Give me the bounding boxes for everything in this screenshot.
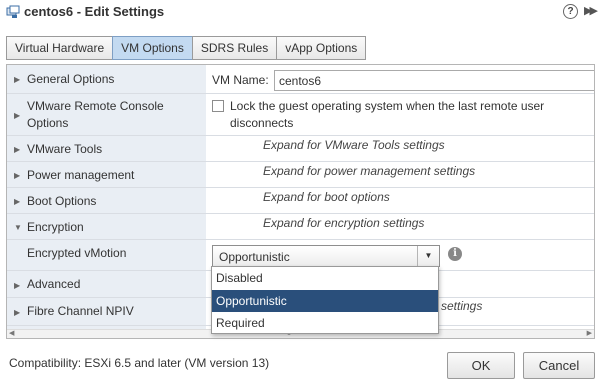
- row-remote-console[interactable]: ▶ VMware Remote Console Options Lock the…: [7, 94, 594, 136]
- compatibility-text: Compatibility: ESXi 6.5 and later (VM ve…: [9, 356, 270, 370]
- lock-guest-label: Lock the guest operating system when the…: [230, 99, 545, 130]
- chevron-right-icon[interactable]: ▶: [14, 281, 20, 290]
- row-power-management[interactable]: ▶ Power management Expand for power mana…: [7, 162, 594, 188]
- row-hint: Expand for VMware Tools settings: [263, 138, 445, 152]
- row-boot-options[interactable]: ▶ Boot Options Expand for boot options: [7, 188, 594, 214]
- tab-virtual-hardware[interactable]: Virtual Hardware: [6, 36, 114, 60]
- encrypted-vmotion-select[interactable]: Opportunistic ▼: [212, 245, 440, 267]
- row-encryption[interactable]: ▼ Encryption Expand for encryption setti…: [7, 214, 594, 240]
- chevron-right-icon[interactable]: ▶: [14, 308, 20, 317]
- tab-sdrs-rules[interactable]: SDRS Rules: [191, 36, 278, 60]
- chevron-right-icon[interactable]: ▶: [14, 111, 20, 120]
- row-label: Encryption: [27, 220, 84, 234]
- scroll-right-icon[interactable]: ▶: [587, 329, 592, 337]
- info-icon[interactable]: i: [448, 247, 462, 261]
- dropdown-option-disabled[interactable]: Disabled: [212, 267, 438, 289]
- row-label: General Options: [27, 72, 115, 86]
- row-label: VMware Tools: [27, 142, 103, 156]
- row-hint: settings: [441, 299, 483, 313]
- row-hint: Expand for encryption settings: [263, 216, 425, 230]
- tab-vapp-options[interactable]: vApp Options: [276, 36, 367, 60]
- chevron-right-icon[interactable]: ▶: [14, 197, 20, 206]
- chevron-right-icon[interactable]: ▶: [14, 75, 20, 84]
- vm-icon: [6, 5, 20, 19]
- lock-guest-checkbox[interactable]: [212, 100, 224, 112]
- tab-vm-options[interactable]: VM Options: [112, 36, 193, 60]
- title-bar: centos6 - Edit Settings ? ▶▶: [0, 0, 601, 24]
- encrypted-vmotion-dropdown: Disabled Opportunistic Required: [211, 266, 439, 334]
- row-label: Fibre Channel NPIV: [27, 304, 134, 318]
- row-hint: Expand for power management settings: [263, 164, 476, 178]
- tab-bar: Virtual Hardware VM Options SDRS Rules v…: [6, 36, 367, 60]
- chevron-right-icon[interactable]: ▶: [14, 171, 20, 180]
- dropdown-option-required[interactable]: Required: [212, 312, 438, 334]
- window-title: centos6 - Edit Settings: [24, 4, 165, 19]
- row-label: Advanced: [27, 277, 81, 291]
- chevron-down-icon[interactable]: ▼: [417, 246, 439, 266]
- row-label: Encrypted vMotion: [27, 246, 127, 260]
- chevron-right-icon[interactable]: ▶: [14, 145, 20, 154]
- row-hint: Expand for boot options: [263, 190, 390, 204]
- row-label: Power management: [27, 168, 135, 182]
- row-label: Boot Options: [27, 194, 97, 208]
- dropdown-option-opportunistic[interactable]: Opportunistic: [212, 290, 438, 312]
- vm-name-input[interactable]: [274, 70, 594, 91]
- row-vmware-tools[interactable]: ▶ VMware Tools Expand for VMware Tools s…: [7, 136, 594, 162]
- ok-button[interactable]: OK: [447, 352, 515, 379]
- cancel-button[interactable]: Cancel: [523, 352, 595, 379]
- expand-icon[interactable]: ▶▶: [584, 4, 600, 20]
- scroll-left-icon[interactable]: ◀: [9, 329, 14, 337]
- chevron-down-icon[interactable]: ▼: [14, 223, 22, 232]
- row-general-options[interactable]: ▶ General Options VM Name:: [7, 65, 594, 94]
- vm-name-label: VM Name:: [212, 73, 269, 87]
- help-icon[interactable]: ?: [563, 4, 578, 19]
- dialog-footer: Compatibility: ESXi 6.5 and later (VM ve…: [0, 342, 601, 385]
- row-label: VMware Remote Console Options: [27, 99, 164, 130]
- select-value: Opportunistic: [219, 250, 290, 264]
